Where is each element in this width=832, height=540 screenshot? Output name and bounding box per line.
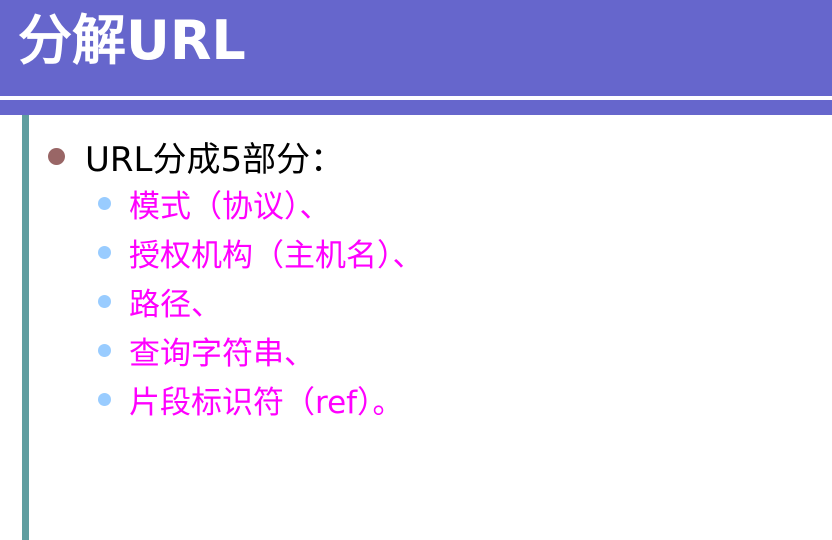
main-bullet-item: URL分成5部分： (48, 133, 818, 180)
sub-bullet-text: 片段标识符（ref）。 (129, 385, 404, 421)
slide-title: 分解URL (18, 9, 246, 72)
sub-bullet-icon (98, 295, 111, 308)
sub-bullet-item: 授权机构（主机名）、 (98, 228, 818, 277)
sub-bullet-icon (98, 197, 111, 210)
title-bar: 分解URL (0, 0, 832, 96)
sub-bullet-icon (98, 344, 111, 357)
sub-bullet-item: 片段标识符（ref）。 (98, 375, 818, 424)
main-bullet-text: URL分成5部分： (85, 139, 345, 180)
sub-bullet-list: 模式（协议）、 授权机构（主机名）、 路径、 查询字符串、 片段标识符（ref）… (48, 179, 818, 424)
sub-bullet-text: 路径、 (129, 287, 222, 323)
main-bullet-icon (48, 147, 65, 165)
sub-bullet-item: 路径、 (98, 277, 818, 326)
sub-bullet-icon (98, 246, 111, 259)
side-accent-bar (22, 115, 29, 540)
sub-bullet-item: 查询字符串、 (98, 326, 818, 375)
sub-bullet-item: 模式（协议）、 (98, 179, 818, 228)
slide-content: URL分成5部分： 模式（协议）、 授权机构（主机名）、 路径、 查询字符串、 … (48, 133, 818, 424)
sub-bullet-text: 查询字符串、 (129, 336, 315, 372)
title-divider (0, 100, 832, 115)
sub-bullet-text: 授权机构（主机名）、 (129, 238, 424, 274)
sub-bullet-text: 模式（协议）、 (129, 189, 331, 225)
sub-bullet-icon (98, 393, 111, 406)
